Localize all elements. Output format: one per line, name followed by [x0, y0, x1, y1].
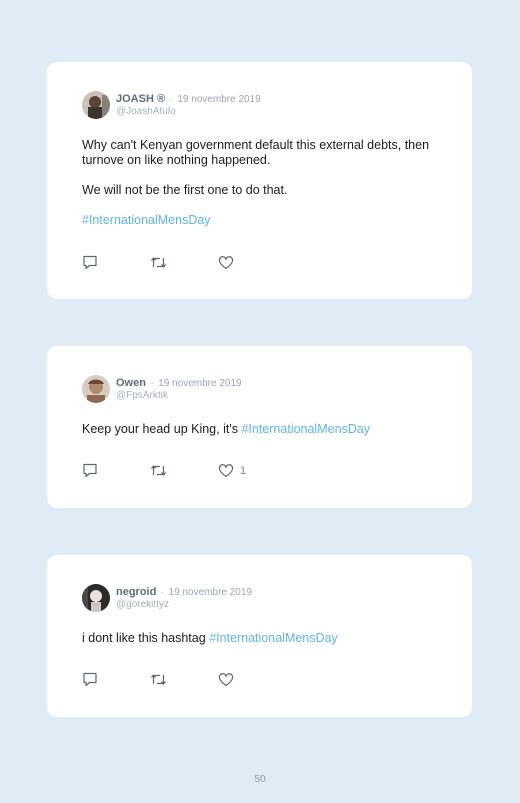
tweet-text: Why can't Kenyan government default this…: [82, 138, 430, 167]
like-icon[interactable]: [218, 255, 234, 270]
retweet-action: [150, 673, 218, 686]
tweet-header: Owen · 19 novembre 2019 @FpsArktik: [82, 375, 437, 409]
reply-icon[interactable]: [82, 672, 98, 687]
tweet-card: JOASH ® · 19 novembre 2019 @JoashAtulo W…: [47, 62, 472, 299]
tweet-actions: [82, 672, 286, 687]
like-action: [218, 672, 286, 687]
tweet-text-body: Keep your head up King, it's: [82, 422, 238, 436]
display-name[interactable]: negroid: [116, 586, 156, 598]
tweet-header: negroid · 19 novembre 2019 @gorekittyz: [82, 584, 437, 618]
tweet-meta: Owen · 19 novembre 2019 @FpsArktik: [116, 375, 242, 402]
like-count: 1: [240, 464, 247, 477]
user-handle[interactable]: @JoashAtulo: [116, 106, 261, 118]
display-name[interactable]: Owen: [116, 377, 146, 389]
tweet-date: 19 novembre 2019: [177, 94, 261, 105]
hashtag-link[interactable]: #InternationalMensDay: [241, 422, 370, 436]
reply-action: [82, 255, 150, 270]
tweet-hashtag-line: #InternationalMensDay: [82, 213, 437, 228]
hashtag-link[interactable]: #InternationalMensDay: [209, 631, 338, 645]
reply-action: [82, 672, 150, 687]
like-action: 1: [218, 463, 286, 478]
tweet-text: i dont like this hashtag #InternationalM…: [82, 631, 437, 646]
like-icon[interactable]: [218, 672, 234, 687]
hashtag-link[interactable]: #InternationalMensDay: [82, 213, 211, 227]
user-handle[interactable]: @FpsArktik: [116, 390, 242, 402]
tweet-card: negroid · 19 novembre 2019 @gorekittyz i…: [47, 555, 472, 717]
tweet-meta: negroid · 19 novembre 2019 @gorekittyz: [116, 584, 252, 611]
tweet-date: 19 novembre 2019: [158, 378, 242, 389]
retweet-icon[interactable]: [150, 673, 167, 686]
reply-icon[interactable]: [82, 255, 98, 270]
tweet-text: We will not be the first one to do that.: [82, 183, 288, 197]
retweet-action: [150, 256, 218, 269]
tweet-text: Keep your head up King, it's #Internatio…: [82, 422, 437, 437]
meta-separator: ·: [169, 94, 173, 105]
page-number: 50: [254, 774, 266, 785]
user-handle[interactable]: @gorekittyz: [116, 599, 252, 611]
avatar[interactable]: [82, 375, 110, 403]
avatar[interactable]: [82, 91, 110, 119]
retweet-action: [150, 464, 218, 477]
reply-action: [82, 463, 150, 478]
tweet-card: Owen · 19 novembre 2019 @FpsArktik Keep …: [47, 346, 472, 508]
tweet-date: 19 novembre 2019: [168, 587, 252, 598]
meta-separator: ·: [160, 587, 165, 598]
tweet-actions: [82, 255, 286, 270]
retweet-icon[interactable]: [150, 256, 167, 269]
tweet-meta: JOASH ® · 19 novembre 2019 @JoashAtulo: [116, 91, 261, 118]
tweet-actions: 1: [82, 463, 286, 478]
retweet-icon[interactable]: [150, 464, 167, 477]
tweet-text-body: i dont like this hashtag: [82, 631, 206, 645]
like-icon[interactable]: [218, 463, 234, 478]
display-name[interactable]: JOASH ®: [116, 93, 165, 105]
reply-icon[interactable]: [82, 463, 98, 478]
meta-separator: ·: [150, 378, 154, 389]
avatar[interactable]: [82, 584, 110, 612]
like-action: [218, 255, 286, 270]
tweet-header: JOASH ® · 19 novembre 2019 @JoashAtulo: [82, 91, 437, 125]
